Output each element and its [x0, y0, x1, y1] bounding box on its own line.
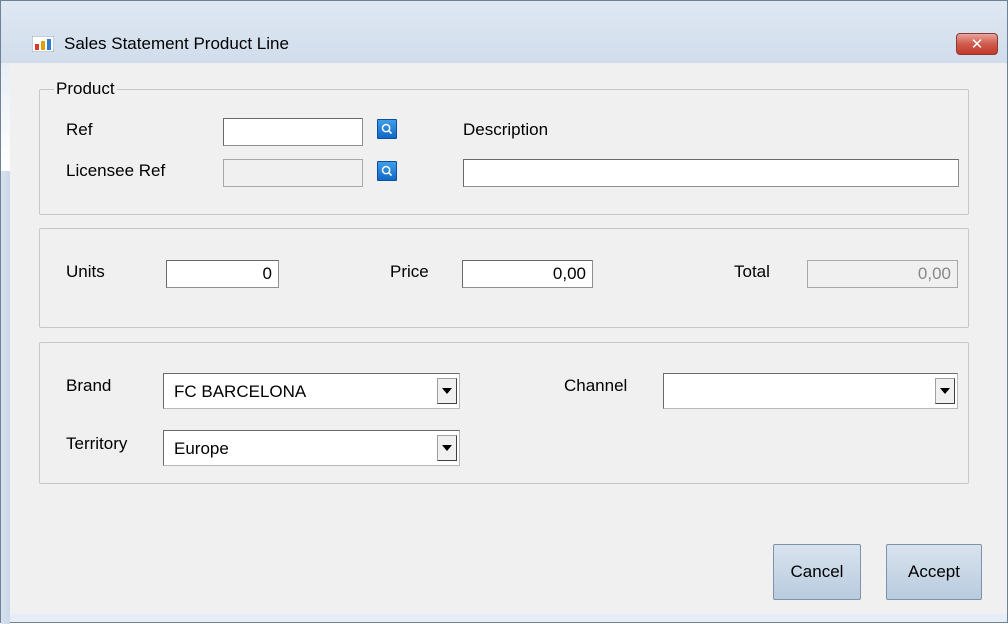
ref-label: Ref — [66, 120, 93, 139]
window-frame-left — [1, 1, 10, 624]
channel-label: Channel — [564, 376, 628, 395]
territory-dropdown-button[interactable] — [437, 435, 457, 461]
cancel-button[interactable]: Cancel — [773, 544, 861, 600]
brand-label: Brand — [66, 376, 112, 395]
description-input[interactable] — [463, 159, 959, 187]
title-bar[interactable]: Sales Statement Product Line ✕ — [1, 1, 1007, 63]
units-input[interactable] — [166, 260, 279, 288]
chevron-down-icon — [442, 445, 452, 451]
territory-select-value: Europe — [174, 439, 229, 458]
units-label: Units — [66, 262, 105, 281]
total-input — [807, 260, 958, 288]
total-label: Total — [734, 262, 770, 281]
price-label: Price — [390, 262, 429, 281]
ref-input[interactable] — [223, 118, 363, 146]
dialog-body: Product Ref Description Licensee Ref Uni… — [10, 63, 1007, 614]
territory-select[interactable]: Europe — [163, 430, 460, 466]
brand-dropdown-button[interactable] — [437, 378, 457, 404]
close-button[interactable]: ✕ — [956, 33, 998, 55]
brand-select-value: FC BARCELONA — [174, 382, 307, 401]
channel-select[interactable] — [663, 373, 958, 409]
description-label: Description — [463, 120, 549, 139]
magnifier-icon — [381, 123, 393, 135]
licensee-ref-lookup-button[interactable] — [377, 161, 397, 181]
app-icon — [32, 36, 54, 52]
product-group: Product — [39, 79, 969, 215]
territory-label: Territory — [66, 434, 128, 453]
dialog-window: Sales Statement Product Line ✕ Product R… — [0, 0, 1008, 624]
brand-select[interactable]: FC BARCELONA — [163, 373, 460, 409]
product-group-legend: Product — [54, 79, 117, 99]
close-icon: ✕ — [970, 36, 984, 53]
licensee-ref-input — [223, 159, 363, 187]
accept-button[interactable]: Accept — [886, 544, 982, 600]
chevron-down-icon — [940, 388, 950, 394]
licensee-ref-label: Licensee Ref — [66, 161, 166, 180]
channel-dropdown-button[interactable] — [935, 378, 955, 404]
magnifier-icon — [381, 165, 393, 177]
ref-lookup-button[interactable] — [377, 119, 397, 139]
chevron-down-icon — [442, 388, 452, 394]
price-input[interactable] — [462, 260, 593, 288]
window-title: Sales Statement Product Line — [64, 34, 289, 53]
